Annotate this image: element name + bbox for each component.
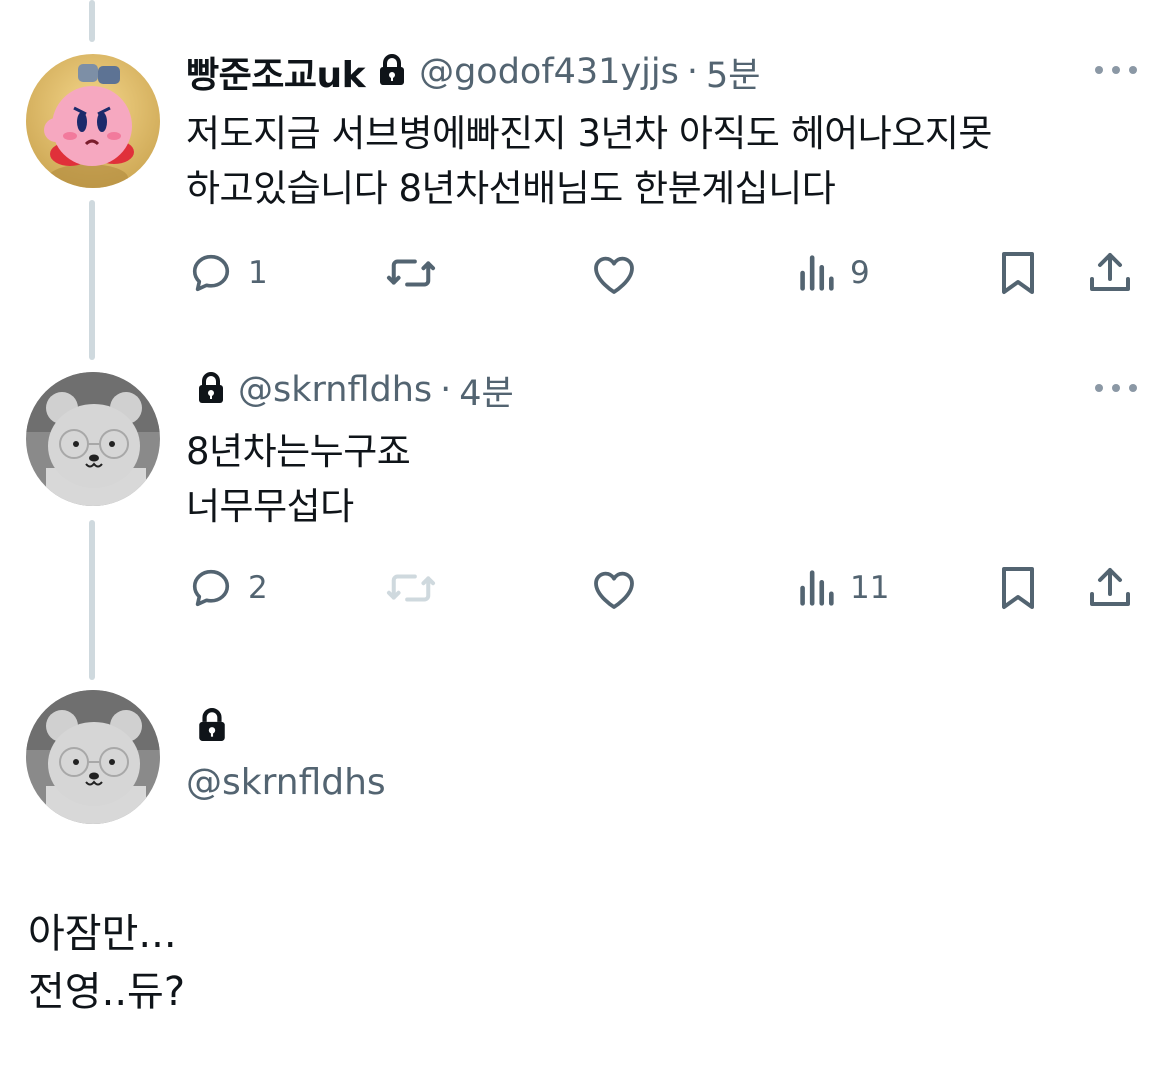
reply-icon (192, 569, 230, 607)
post-header: 빵준조교uk @godof431yjjs · 5분 (186, 50, 760, 96)
post-text: 저도지금 서브병에빠진지 3년차 아직도 헤어나오지못 하고있습니다 8년차선배… (186, 106, 992, 216)
heart-icon (594, 256, 634, 294)
reply-post-2[interactable]: @skrnfldhs · 4분 8년차는누구죠 너무무섭다 2 11 (186, 368, 1139, 618)
lock-icon (379, 54, 405, 90)
thread-line-2 (89, 520, 95, 680)
share-button[interactable] (1086, 245, 1134, 301)
like-button[interactable] (590, 245, 638, 301)
repost-icon (386, 574, 436, 602)
separator-dot: · (686, 52, 698, 92)
views-button[interactable]: 11 (796, 560, 889, 616)
post-text-line: 8년차는누구죠 (186, 430, 411, 473)
post-text-line: 아잠만... (28, 911, 177, 957)
reply-post-1[interactable]: 빵준조교uk @godof431yjjs · 5분 저도지금 서브병에빠진지 3… (186, 50, 1139, 300)
current-post-text: 아잠만... 전영..듀? (28, 905, 185, 1021)
avatar-godof431yjjs[interactable] (26, 54, 160, 188)
thread-line-1 (89, 200, 95, 360)
lock-icon (198, 708, 386, 750)
views-icon (800, 255, 834, 291)
avatar-skrnfldhs[interactable] (26, 372, 160, 506)
share-icon (1090, 568, 1130, 606)
repost-icon (386, 259, 436, 287)
post-text-line: 하고있습니다 8년차선배님도 한분계십니다 (186, 167, 836, 210)
repost-button[interactable] (384, 245, 438, 301)
user-handle[interactable]: @skrnfldhs (238, 370, 432, 410)
views-count: 9 (850, 255, 870, 291)
post-time[interactable]: 5분 (706, 47, 760, 98)
display-name[interactable]: 빵준조교uk (186, 46, 366, 98)
bookmark-button[interactable] (998, 560, 1038, 616)
bookmark-icon (1002, 567, 1034, 609)
repost-button-disabled (384, 560, 438, 616)
views-count: 11 (850, 570, 890, 606)
avatar-skrnfldhs-main[interactable] (26, 690, 160, 824)
post-time[interactable]: 4분 (459, 365, 513, 416)
action-bar: 1 9 (186, 245, 1139, 301)
user-handle[interactable]: @godof431yjjs (419, 52, 679, 92)
thread-line-top (89, 0, 95, 42)
post-text-line: 너무무섭다 (186, 485, 354, 528)
post-text: 8년차는누구죠 너무무섭다 (186, 424, 411, 534)
current-post-header: @skrnfldhs (186, 708, 386, 803)
reply-count: 2 (248, 570, 268, 606)
views-button[interactable]: 9 (796, 245, 870, 301)
action-bar: 2 11 (186, 560, 1139, 616)
reply-button[interactable]: 2 (188, 560, 268, 616)
bookmark-button[interactable] (998, 245, 1038, 301)
share-icon (1090, 253, 1130, 291)
lock-icon (198, 372, 224, 408)
post-text-line: 저도지금 서브병에빠진지 3년차 아직도 헤어나오지못 (186, 112, 992, 155)
bookmark-icon (1002, 252, 1034, 294)
post-header: @skrnfldhs · 4분 (186, 368, 514, 414)
reply-icon (192, 254, 230, 292)
reply-button[interactable]: 1 (188, 245, 268, 301)
views-icon (800, 570, 834, 606)
user-handle[interactable]: @skrnfldhs (186, 762, 386, 803)
more-icon[interactable] (1093, 60, 1139, 80)
heart-icon (594, 571, 634, 609)
more-icon[interactable] (1093, 378, 1139, 398)
separator-dot: · (440, 370, 452, 410)
share-button[interactable] (1086, 560, 1134, 616)
like-button[interactable] (590, 560, 638, 616)
post-text-line: 전영..듀? (28, 969, 186, 1015)
reply-count: 1 (248, 255, 268, 291)
